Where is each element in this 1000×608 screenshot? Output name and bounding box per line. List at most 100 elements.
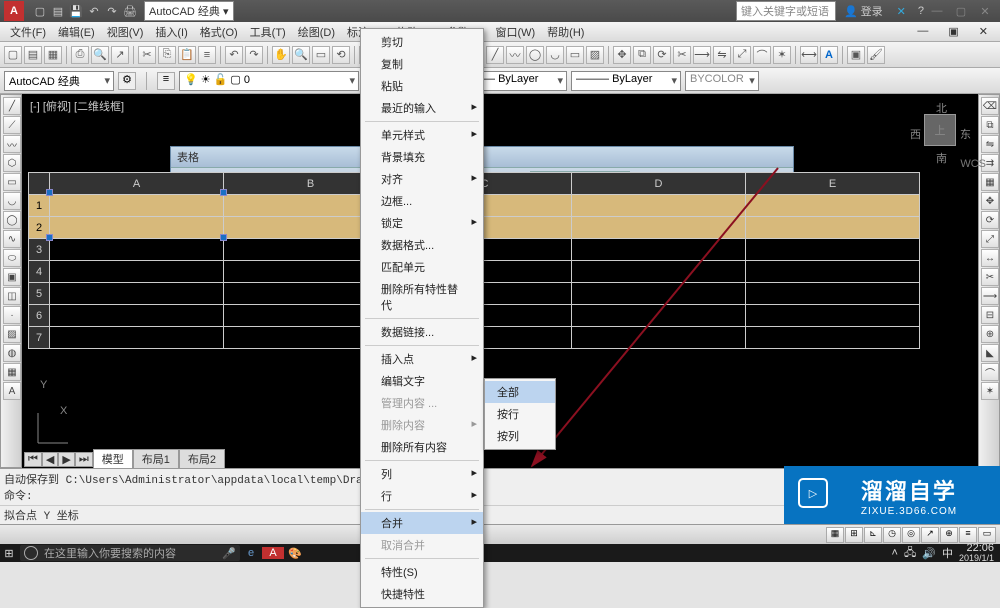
tb-scale-icon[interactable]: ⤢ [733, 46, 751, 64]
tray-up-icon[interactable]: ˄ [892, 547, 898, 559]
grip-icon[interactable] [46, 189, 53, 196]
vt-trim-icon[interactable]: ✂ [981, 268, 999, 286]
ortho-toggle[interactable]: ⊾ [864, 527, 882, 543]
viewcube-wcs[interactable]: WCS [960, 158, 986, 170]
ctx-datalink[interactable]: 数据链接... [361, 321, 483, 343]
row-header-3[interactable]: 3 [29, 239, 50, 261]
qat-open-icon[interactable]: ▤ [50, 3, 66, 19]
ctx-datafmt[interactable]: 数据格式... [361, 234, 483, 256]
vt-break-icon[interactable]: ⊟ [981, 306, 999, 324]
doc-close-icon[interactable]: ✕ [973, 23, 994, 40]
tb-block-icon[interactable]: ▣ [847, 46, 865, 64]
ctx-bgfill[interactable]: 背景填充 [361, 146, 483, 168]
start-button[interactable]: ⊞ [0, 547, 18, 560]
qat-print-icon[interactable]: 🖨 [122, 3, 138, 19]
vt-region-icon[interactable]: ◍ [3, 344, 21, 362]
tb-paste-icon[interactable]: 📋 [178, 46, 196, 64]
vt-circle-icon[interactable]: ◯ [3, 211, 21, 229]
tb-trim-icon[interactable]: ✂ [673, 46, 691, 64]
snap-toggle[interactable]: ▦ [826, 527, 844, 543]
grip-icon[interactable] [220, 234, 227, 241]
tb-arc-icon[interactable]: ◡ [546, 46, 564, 64]
viewcube-top[interactable]: 上 [924, 114, 956, 146]
tb-pline-icon[interactable]: 〰 [506, 46, 524, 64]
menu-tools[interactable]: 工具(T) [244, 22, 292, 42]
menu-window[interactable]: 窗口(W) [489, 22, 541, 42]
tb-fillet-icon[interactable]: ⌒ [753, 46, 771, 64]
ctx-clearoverrides[interactable]: 删除所有特性替代 [361, 278, 483, 316]
tb-explode-icon[interactable]: ✶ [773, 46, 791, 64]
tb-move-icon[interactable]: ✥ [613, 46, 631, 64]
help-icon[interactable]: ? [918, 5, 924, 17]
exchange-icon[interactable]: ✕ [897, 5, 906, 18]
ctx-insertpt[interactable]: 插入点 [361, 348, 483, 370]
tray-ime-icon[interactable]: 中 [942, 545, 953, 561]
vt-arc-icon[interactable]: ◡ [3, 192, 21, 210]
vt-scale-icon[interactable]: ⤢ [981, 230, 999, 248]
app-icon[interactable]: A [4, 1, 24, 21]
tb-rotate-icon[interactable]: ⟳ [653, 46, 671, 64]
sub-bycol[interactable]: 按列 [485, 425, 555, 447]
tb-circle-icon[interactable]: ◯ [526, 46, 544, 64]
ctx-cellstyle[interactable]: 单元样式 [361, 124, 483, 146]
vt-extend-icon[interactable]: ⟶ [981, 287, 999, 305]
vt-copy-icon[interactable]: ⧉ [981, 116, 999, 134]
doc-minimize-icon[interactable]: — [911, 23, 934, 40]
workspace-dropdown[interactable]: AutoCAD 经典 ▾ [144, 1, 234, 21]
tray-net-icon[interactable]: 🖧 [904, 544, 916, 563]
menu-file[interactable]: 文件(F) [4, 22, 52, 42]
tb-line-icon[interactable]: ╱ [486, 46, 504, 64]
tb-pan-icon[interactable]: ✋ [272, 46, 290, 64]
tab-model[interactable]: 模型 [93, 449, 133, 469]
task-autocad-icon[interactable]: A [262, 547, 284, 559]
cell-a1[interactable] [50, 195, 224, 217]
qat-save-icon[interactable]: 💾 [68, 3, 84, 19]
row-header-1[interactable]: 1 [29, 195, 50, 217]
ctx-props[interactable]: 特性(S) [361, 561, 483, 583]
viewcube-south[interactable]: 南 [936, 150, 947, 166]
vt-mirror-icon[interactable]: ⇋ [981, 135, 999, 153]
col-header-e[interactable]: E [746, 173, 920, 195]
cell-a2[interactable] [50, 217, 224, 239]
vt-join-icon[interactable]: ⊕ [981, 325, 999, 343]
tb-mirror-icon[interactable]: ⇋ [713, 46, 731, 64]
tb-cut-icon[interactable]: ✂ [138, 46, 156, 64]
vt-pline-icon[interactable]: 〰 [3, 135, 21, 153]
tb-text-icon[interactable]: A [820, 46, 838, 64]
vt-erase-icon[interactable]: ⌫ [981, 97, 999, 115]
tb-redo-icon[interactable]: ↷ [245, 46, 263, 64]
vt-rect-icon[interactable]: ▭ [3, 173, 21, 191]
grip-icon[interactable] [220, 189, 227, 196]
vt-line-icon[interactable]: ╱ [3, 97, 21, 115]
tray-vol-icon[interactable]: 🔊 [922, 547, 936, 560]
menu-help[interactable]: 帮助(H) [541, 22, 590, 42]
help-search[interactable]: 键入关键字或短语 [736, 1, 836, 21]
maximize-button[interactable]: ▢ [954, 5, 968, 18]
lineweight-combo[interactable]: ——— ByLayer [571, 71, 681, 91]
qat-redo-icon[interactable]: ↷ [104, 3, 120, 19]
ctx-matchcell[interactable]: 匹配单元 [361, 256, 483, 278]
tab-first-icon[interactable]: ⏮ [24, 452, 42, 467]
row-header-5[interactable]: 5 [29, 283, 50, 305]
lwt-toggle[interactable]: ≡ [959, 527, 977, 543]
vt-chamfer-icon[interactable]: ◣ [981, 344, 999, 362]
grip-icon[interactable] [46, 234, 53, 241]
minimize-button[interactable]: — [930, 5, 944, 18]
tab-layout1[interactable]: 布局1 [133, 449, 179, 469]
vt-rotate-icon[interactable]: ⟳ [981, 211, 999, 229]
menu-view[interactable]: 视图(V) [101, 22, 150, 42]
tb-match-icon[interactable]: ≡ [198, 46, 216, 64]
tb-publish-icon[interactable]: ↗ [111, 46, 129, 64]
vt-array-icon[interactable]: ▦ [981, 173, 999, 191]
vt-ellipse-icon[interactable]: ⬭ [3, 249, 21, 267]
qat-undo-icon[interactable]: ↶ [86, 3, 102, 19]
vt-xline-icon[interactable]: ⟋ [3, 116, 21, 134]
tb-zoomwin-icon[interactable]: ▭ [312, 46, 330, 64]
row-header-7[interactable]: 7 [29, 327, 50, 349]
ctx-quickprops[interactable]: 快捷特性 [361, 583, 483, 605]
ctx-edittext[interactable]: 编辑文字 [361, 370, 483, 392]
model-toggle[interactable]: ▭ [978, 527, 996, 543]
login-button[interactable]: 👤登录 [844, 3, 883, 19]
row-header-6[interactable]: 6 [29, 305, 50, 327]
row-header-4[interactable]: 4 [29, 261, 50, 283]
